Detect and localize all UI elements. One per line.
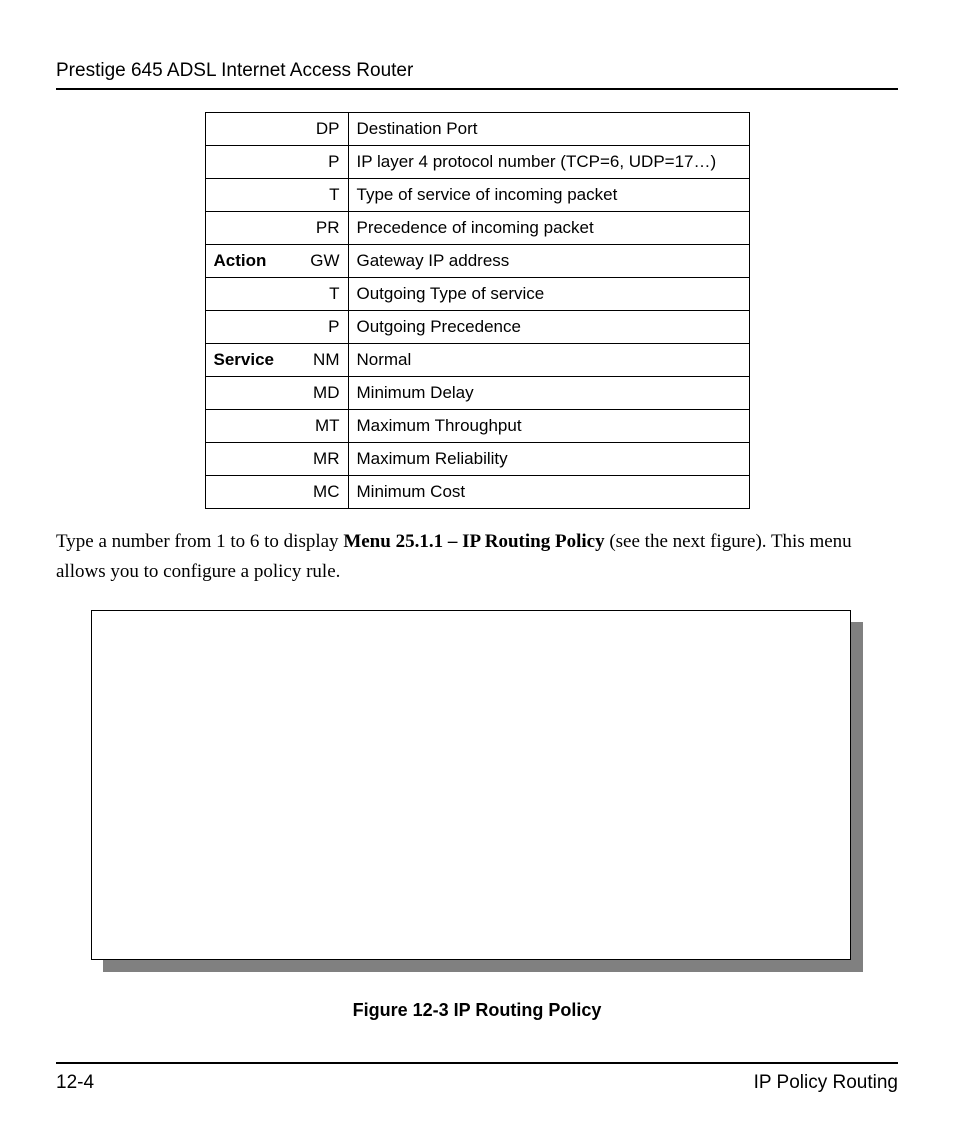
table-row: PR Precedence of incoming packet <box>205 212 749 245</box>
row-category: Service <box>205 344 292 377</box>
row-abbr: NM <box>292 344 349 377</box>
row-desc: Destination Port <box>348 113 749 146</box>
page-header: Prestige 645 ADSL Internet Access Router <box>56 60 898 90</box>
table-row: MC Minimum Cost <box>205 476 749 509</box>
row-abbr: MT <box>292 410 349 443</box>
row-desc: Minimum Cost <box>348 476 749 509</box>
table-row: P Outgoing Precedence <box>205 311 749 344</box>
page: Prestige 645 ADSL Internet Access Router… <box>0 0 954 1132</box>
row-abbr: PR <box>292 212 349 245</box>
row-abbr: GW <box>292 245 349 278</box>
row-category: Action <box>205 245 292 278</box>
row-category <box>205 113 292 146</box>
row-desc: Type of service of incoming packet <box>348 179 749 212</box>
footer-section: IP Policy Routing <box>754 1072 898 1094</box>
row-desc: Normal <box>348 344 749 377</box>
row-desc: Gateway IP address <box>348 245 749 278</box>
row-desc: Minimum Delay <box>348 377 749 410</box>
row-desc: Maximum Throughput <box>348 410 749 443</box>
row-category <box>205 476 292 509</box>
figure-box <box>91 610 851 960</box>
row-abbr: T <box>292 278 349 311</box>
row-abbr: P <box>292 146 349 179</box>
figure-caption: Figure 12-3 IP Routing Policy <box>56 1000 898 1021</box>
table-row: Service NM Normal <box>205 344 749 377</box>
figure-container <box>91 610 863 972</box>
row-desc: Precedence of incoming packet <box>348 212 749 245</box>
table-row: MD Minimum Delay <box>205 377 749 410</box>
table-row: T Outgoing Type of service <box>205 278 749 311</box>
row-abbr: MD <box>292 377 349 410</box>
row-category <box>205 311 292 344</box>
row-abbr: MC <box>292 476 349 509</box>
para-pre: Type a number from 1 to 6 to display <box>56 531 343 552</box>
row-category <box>205 377 292 410</box>
table-row: Action GW Gateway IP address <box>205 245 749 278</box>
table-row: MT Maximum Throughput <box>205 410 749 443</box>
row-abbr: DP <box>292 113 349 146</box>
footer-page-number: 12-4 <box>56 1072 94 1094</box>
row-abbr: P <box>292 311 349 344</box>
body-paragraph: Type a number from 1 to 6 to display Men… <box>56 527 898 588</box>
row-desc: Outgoing Precedence <box>348 311 749 344</box>
row-category <box>205 410 292 443</box>
table-row: MR Maximum Reliability <box>205 443 749 476</box>
row-category <box>205 179 292 212</box>
row-desc: Maximum Reliability <box>348 443 749 476</box>
page-footer: 12-4 IP Policy Routing <box>56 1062 898 1094</box>
row-abbr: T <box>292 179 349 212</box>
table-row: T Type of service of incoming packet <box>205 179 749 212</box>
table-row: P IP layer 4 protocol number (TCP=6, UDP… <box>205 146 749 179</box>
definitions-table: DP Destination Port P IP layer 4 protoco… <box>205 112 750 509</box>
row-category <box>205 212 292 245</box>
table-row: DP Destination Port <box>205 113 749 146</box>
row-category <box>205 443 292 476</box>
row-category <box>205 278 292 311</box>
row-abbr: MR <box>292 443 349 476</box>
para-bold: Menu 25.1.1 – IP Routing Policy <box>343 531 604 552</box>
row-desc: IP layer 4 protocol number (TCP=6, UDP=1… <box>348 146 749 179</box>
row-category <box>205 146 292 179</box>
row-desc: Outgoing Type of service <box>348 278 749 311</box>
